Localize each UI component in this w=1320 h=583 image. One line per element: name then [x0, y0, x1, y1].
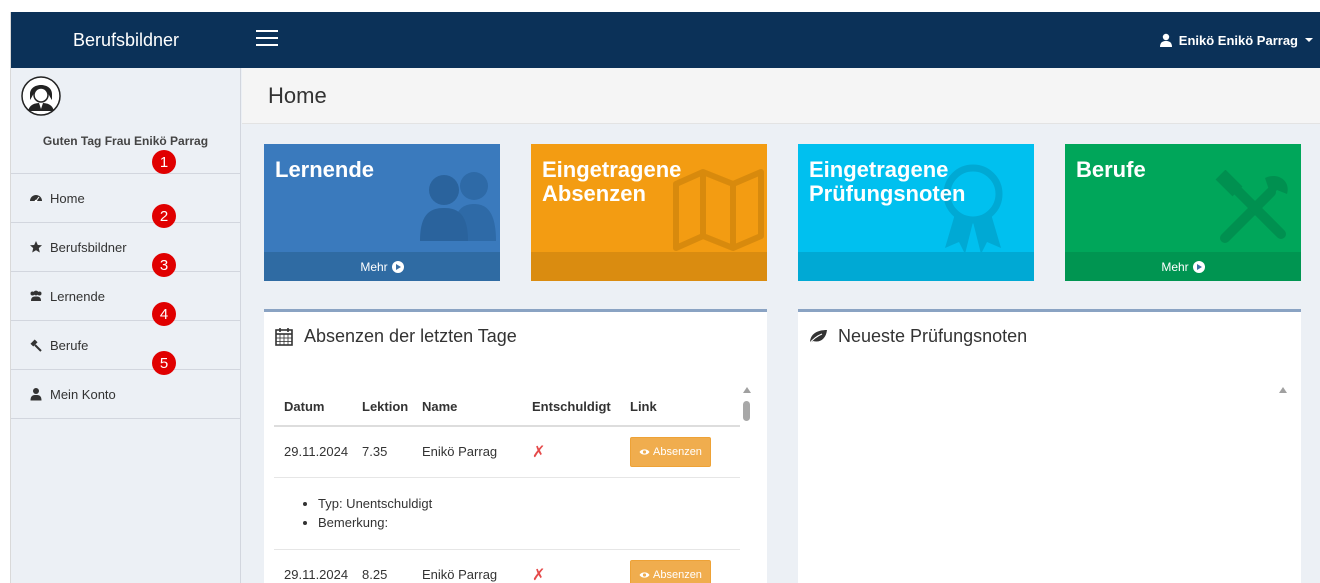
- user-menu-dropdown[interactable]: Enikö Enikö Parrag: [1159, 12, 1313, 68]
- tile-footer-link[interactable]: [531, 252, 767, 281]
- app-frame: Berufsbildner Enikö Enikö Parrag Guten T…: [10, 12, 1320, 583]
- tile-title: Eingetragene Absenzen: [542, 157, 682, 206]
- sidebar-item-mein-konto[interactable]: Mein Konto: [11, 370, 240, 419]
- user-icon: [1159, 33, 1172, 47]
- dashboard-icon: [30, 195, 42, 203]
- absences-box: Absenzen der letzten Tage Datum Lektion …: [264, 309, 767, 583]
- cell-name: Enikö Parrag: [412, 549, 522, 583]
- users-icon: [30, 290, 42, 301]
- user-name: Enikö Enikö Parrag: [1178, 32, 1298, 48]
- absences-table: Datum Lektion Name Entschuldigt Link 29.…: [274, 388, 740, 583]
- annotation-badge-1: 1: [152, 150, 176, 174]
- tile-berufe[interactable]: Berufe Mehr: [1065, 144, 1301, 281]
- tile-title: Eingetragene Prüfungsnoten: [809, 157, 966, 206]
- absenzen-button[interactable]: Absenzen: [630, 559, 711, 583]
- sidebar-item-home[interactable]: Home 2: [11, 174, 240, 228]
- sidebar-item-label: Mein Konto: [50, 386, 116, 402]
- tile-footer-link[interactable]: Mehr: [264, 252, 500, 281]
- cell-lektion: 7.35: [352, 426, 412, 478]
- cell-name: Enikö Parrag: [412, 426, 522, 478]
- eye-icon: [639, 449, 650, 455]
- top-navbar: Berufsbildner Enikö Enikö Parrag: [11, 12, 1320, 68]
- scroll-up-arrow[interactable]: [743, 387, 751, 393]
- tile-absenzen[interactable]: Eingetragene Absenzen: [531, 144, 767, 281]
- grades-box: Neueste Prüfungsnoten: [798, 309, 1301, 583]
- brand-logo[interactable]: Berufsbildner: [11, 12, 241, 68]
- detail-list: Typ: Unentschuldigt Bemerkung:: [302, 494, 740, 532]
- scrollbar-thumb[interactable]: [743, 401, 750, 421]
- arrow-circle-right-icon: [391, 260, 404, 273]
- cell-lektion: 8.25: [352, 549, 412, 583]
- table-row: 29.11.2024 8.25 Enikö Parrag ✗ Absenzen: [274, 549, 740, 583]
- tile-footer-link[interactable]: [798, 252, 1034, 281]
- cell-datum: 29.11.2024: [274, 426, 352, 478]
- sidebar-item-label: Berufe: [50, 337, 89, 353]
- caret-down-icon: [1305, 38, 1313, 42]
- column-header: Datum: [274, 388, 352, 427]
- greeting-text: Guten Tag Frau Enikö Parrag: [42, 134, 209, 148]
- tile-footer-label: Mehr: [1161, 259, 1189, 274]
- tools-bg-icon: [1215, 170, 1288, 243]
- tile-title: Berufe: [1076, 157, 1146, 182]
- table-row: 29.11.2024 7.35 Enikö Parrag ✗ Absenzen: [274, 426, 740, 478]
- sidebar-item-label: Lernende: [50, 288, 105, 304]
- eye-icon: [639, 571, 650, 578]
- column-header: Link: [620, 388, 740, 427]
- absenzen-button[interactable]: Absenzen: [630, 436, 711, 467]
- user-icon: [30, 388, 42, 401]
- main-content: Home Lernende Mehr Eingetragene Absenzen: [242, 68, 1320, 583]
- cell-link: Absenzen: [620, 426, 740, 478]
- tile-footer-label: Mehr: [360, 259, 388, 274]
- scroll-up-arrow[interactable]: [1279, 387, 1287, 393]
- users-bg-icon: [420, 172, 496, 241]
- x-mark-icon: ✗: [532, 566, 546, 583]
- sidebar-item-label: Berufsbildner: [50, 239, 127, 255]
- tile-footer-link[interactable]: Mehr: [1065, 252, 1301, 281]
- star-icon: [30, 241, 42, 253]
- sidebar-item-label: Home: [50, 190, 85, 206]
- gavel-icon: [30, 339, 42, 352]
- sidebar-item-berufsbildner[interactable]: Berufsbildner 3: [11, 223, 240, 277]
- leaf-icon: [808, 329, 827, 344]
- tile-title: Lernende: [275, 157, 375, 182]
- cell-link: Absenzen: [620, 549, 740, 583]
- calendar-icon: [275, 327, 293, 346]
- cell-entschuldigt: ✗: [522, 426, 620, 478]
- tile-pruefungsnoten[interactable]: Eingetragene Prüfungsnoten: [798, 144, 1034, 281]
- column-header: Entschuldigt: [522, 388, 620, 427]
- x-mark-icon: ✗: [532, 443, 546, 461]
- arrow-circle-right-icon: [1192, 260, 1205, 273]
- sidebar: Guten Tag Frau Enikö Parrag 1 Home 2 Ber…: [11, 68, 241, 583]
- list-item: Typ: Unentschuldigt: [318, 494, 740, 513]
- tile-lernende[interactable]: Lernende Mehr: [264, 144, 500, 281]
- table-row-detail: Typ: Unentschuldigt Bemerkung:: [274, 477, 740, 550]
- column-header: Name: [412, 388, 522, 427]
- menu-toggle-icon[interactable]: [256, 30, 278, 48]
- sidebar-item-lernende[interactable]: Lernende 4: [11, 272, 240, 326]
- cell-entschuldigt: ✗: [522, 549, 620, 583]
- box-title: Neueste Prüfungsnoten: [808, 326, 1027, 347]
- cell-datum: 29.11.2024: [274, 549, 352, 583]
- user-panel: Guten Tag Frau Enikö Parrag 1: [11, 68, 240, 174]
- avatar: [21, 76, 61, 116]
- table-header-row: Datum Lektion Name Entschuldigt Link: [274, 388, 740, 427]
- column-header: Lektion: [352, 388, 412, 427]
- page-title: Home: [242, 68, 1320, 124]
- box-title: Absenzen der letzten Tage: [274, 326, 517, 347]
- list-item: Bemerkung:: [318, 513, 740, 532]
- sidebar-item-berufe[interactable]: Berufe 5: [11, 321, 240, 375]
